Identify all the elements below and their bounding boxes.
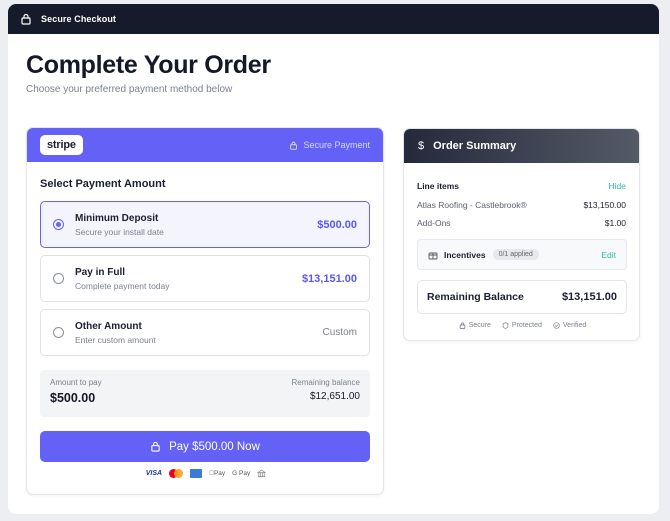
line-item-price: $1.00 [604,218,626,228]
incentives-badge: 0/1 applied [492,249,539,260]
payment-card: stripe Secure Payment Select Payment Amo… [26,127,384,495]
option-title: Pay in Full [75,266,126,278]
remaining-balance-value: $12,651.00 [309,391,360,402]
top-bar: Secure Checkout [8,4,659,34]
mastercard-icon [169,469,184,478]
apple-pay-icon: Pay [209,470,225,477]
remaining-balance-label: Remaining balance [291,378,361,387]
option-desc: Complete payment today [75,280,170,291]
option-value: $13,151.00 [301,272,357,285]
lock-icon [20,13,32,25]
incentives-label: Incentives [444,249,486,260]
payment-methods: VISA Pay G Pay [27,469,383,478]
trust-verified: Verified [553,322,586,329]
page-subtitle: Choose your preferred payment method bel… [26,84,233,95]
option-value: Custom [322,327,357,338]
remaining-balance-label: Remaining Balance [427,291,524,303]
order-summary-header: $ Order Summary [404,129,639,163]
visa-icon: VISA [145,470,163,477]
pay-button-label: Pay $500.00 Now [169,440,260,453]
order-summary-card: $ Order Summary Line items Hide Atlas Ro… [403,128,640,341]
trust-badges: Secure Protected Verified [404,322,639,329]
line-item-price: $13,150.00 [583,200,626,210]
check-circle-icon [553,322,560,329]
page-title: Complete Your Order [26,51,271,79]
section-title: Select Payment Amount [40,178,166,190]
radio-selected[interactable] [53,219,64,230]
option-other-amount[interactable]: Other Amount Enter custom amount Custom [40,309,370,356]
order-summary-title: Order Summary [433,140,517,152]
dollar-icon: $ [418,140,425,152]
line-items-label: Line items [417,181,460,191]
google-pay-icon: G Pay [229,470,250,477]
line-items-header: Line items Hide [417,181,626,191]
lock-icon [150,441,161,452]
lock-icon [459,322,466,329]
option-minimum-deposit[interactable]: Minimum Deposit Secure your install date… [40,201,370,248]
shield-icon [502,322,509,329]
pay-now-button[interactable]: Pay $500.00 Now [40,431,370,462]
radio[interactable] [53,273,64,284]
radio[interactable] [53,327,64,338]
amount-summary: Amount to pay $500.00 Remaining balance … [40,370,370,417]
remaining-balance-value: $13,151.00 [561,291,617,303]
option-value: $500.00 [317,218,357,231]
option-title: Minimum Deposit [75,212,159,224]
amount-to-pay-value: $500.00 [50,391,96,405]
trust-protected: Protected [502,322,542,329]
gift-icon [428,250,438,260]
checkout-window: Secure Checkout Complete Your Order Choo… [8,4,659,514]
option-pay-in-full[interactable]: Pay in Full Complete payment today $13,1… [40,255,370,302]
incentives-row: Incentives 0/1 applied Edit [417,239,627,270]
edit-link[interactable]: Edit [601,250,616,260]
line-item-name: Atlas Roofing - Castlebrook® [417,200,527,210]
line-item: Atlas Roofing - Castlebrook® $13,150.00 [417,200,626,210]
amount-to-pay-label: Amount to pay [50,378,102,387]
option-desc: Secure your install date [75,226,164,237]
lock-icon [289,141,298,150]
line-item-name: Add-Ons [417,218,451,228]
trust-secure: Secure [459,322,491,329]
secure-payment-text: Secure Payment [303,140,370,150]
line-item: Add-Ons $1.00 [417,218,626,228]
payment-header: stripe Secure Payment [27,128,383,162]
option-desc: Enter custom amount [75,334,156,345]
amex-icon [190,469,203,478]
topbar-title: Secure Checkout [41,14,117,24]
stripe-logo: stripe [40,135,83,155]
secure-payment-label: Secure Payment [289,140,370,150]
hide-link[interactable]: Hide [609,181,626,191]
remaining-balance-box: Remaining Balance $13,151.00 [417,280,627,314]
option-title: Other Amount [75,320,142,332]
bank-icon [257,469,267,478]
